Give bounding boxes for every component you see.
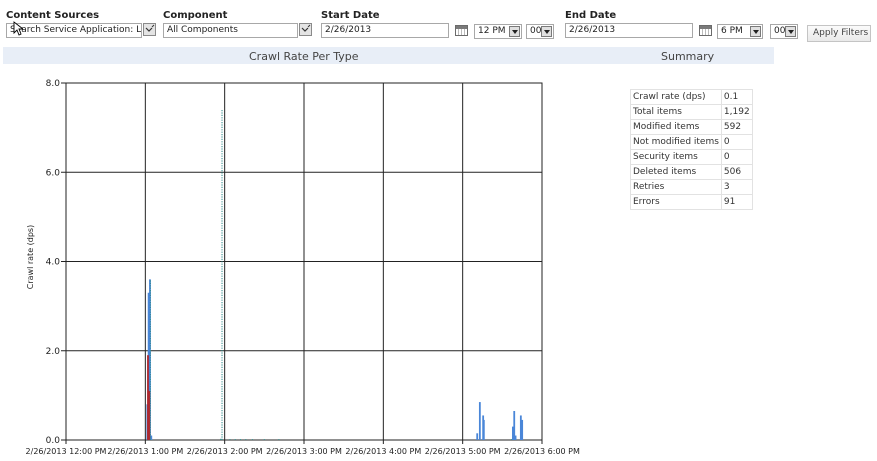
x-tick-labels: 2/26/2013 12:00 PM 2/26/2013 1:00 PM 2/26/… — [26, 447, 580, 456]
chart-title: Crawl Rate Per Type — [249, 50, 359, 63]
y-tick-label: 2.0 — [46, 347, 61, 357]
y-tick-label: 0.0 — [46, 436, 61, 446]
summary-value: 0 — [720, 149, 753, 165]
end-hour-select[interactable]: 6 PM — [717, 24, 763, 39]
content-sources-dropdown-button[interactable] — [143, 23, 156, 36]
summary-row: Modified items 592 — [630, 119, 753, 135]
dropdown-icon — [145, 24, 155, 32]
summary-row: Errors 91 — [630, 194, 753, 210]
summary-value: 0.1 — [720, 89, 753, 105]
summary-label: Security items — [630, 149, 722, 165]
start-calendar-icon[interactable] — [455, 25, 468, 36]
y-tick-label: 4.0 — [46, 258, 61, 268]
summary-row: Crawl rate (dps) 0.1 — [630, 89, 753, 105]
end-hour-value: 6 PM — [721, 26, 743, 36]
x-tick-label: 2/26/2013 6:00 PM — [504, 447, 580, 456]
chart-grid — [61, 82, 543, 444]
end-date-label: End Date — [565, 10, 617, 21]
start-hour-value: 12 PM — [478, 26, 506, 36]
header-band — [3, 47, 774, 64]
summary-label: Crawl rate (dps) — [630, 89, 722, 105]
chevron-down-icon — [509, 26, 520, 37]
chevron-down-icon — [541, 26, 552, 37]
apply-filters-button[interactable]: Apply Filters — [807, 25, 871, 42]
crawl-rate-bar — [482, 419, 485, 440]
summary-label: Total items — [630, 104, 722, 120]
content-sources-field[interactable]: Search Service Application: Local — [6, 23, 142, 38]
x-tick-label: 2/26/2013 1:00 PM — [107, 447, 183, 456]
start-minute-select[interactable]: 00 — [526, 24, 554, 39]
component-field[interactable]: All Components — [163, 23, 298, 38]
y-tick-label: 6.0 — [46, 168, 61, 178]
summary-table: Crawl rate (dps) 0.1 Total items 1,192 Modif… — [630, 89, 753, 210]
summary-row: Retries 3 — [630, 179, 753, 195]
summary-value: 1,192 — [720, 104, 753, 120]
summary-row: Not modified items 0 — [630, 134, 753, 150]
summary-title: Summary — [661, 50, 715, 63]
component-label: Component — [163, 10, 228, 21]
x-tick-label: 2/26/2013 3:00 PM — [266, 447, 342, 456]
start-date-label: Start Date — [321, 10, 380, 21]
dropdown-icon — [301, 24, 311, 32]
summary-row: Deleted items 506 — [630, 164, 753, 180]
chevron-down-icon — [750, 26, 761, 37]
x-tick-label: 2/26/2013 2:00 PM — [187, 447, 263, 456]
summary-value: 3 — [720, 179, 753, 195]
summary-row: Total items 1,192 — [630, 104, 753, 120]
x-tick-label: 2/26/2013 4:00 PM — [345, 447, 421, 456]
crawl-rate-bar — [478, 402, 481, 440]
component-dropdown-button[interactable] — [299, 23, 312, 36]
chevron-down-icon — [785, 26, 796, 37]
crawl-rate-chart: 0.02.04.06.08.0 2/26/2013 12:00 PM 2/26/2… — [26, 79, 580, 456]
summary-value: 0 — [720, 134, 753, 150]
y-tick-labels: 0.0 2.0 4.0 6.0 8.0 — [46, 79, 61, 446]
content-sources-label: Content Sources — [6, 10, 100, 21]
y-tick-label: 8.0 — [46, 79, 61, 89]
start-date-input[interactable]: 2/26/2013 — [321, 23, 449, 38]
x-tick-label: 2/26/2013 5:00 PM — [425, 447, 501, 456]
y-axis-label: Crawl rate (dps) — [26, 225, 35, 289]
end-minute-select[interactable]: 00 — [770, 24, 798, 39]
start-hour-select[interactable]: 12 PM — [474, 24, 522, 39]
crawl-rate-bar — [476, 433, 479, 440]
summary-value: 91 — [720, 194, 753, 210]
summary-label: Retries — [630, 179, 722, 195]
x-tick-label: 2/26/2013 12:00 PM — [26, 447, 107, 456]
summary-label: Errors — [630, 194, 722, 210]
summary-value: 506 — [720, 164, 753, 180]
summary-label: Modified items — [630, 119, 722, 135]
mouse-cursor-icon — [13, 21, 23, 36]
start-minute-value: 00 — [530, 26, 542, 36]
crawl-rate-bar — [521, 419, 524, 440]
summary-row: Security items 0 — [630, 149, 753, 165]
summary-value: 592 — [720, 119, 753, 135]
crawl-rate-bar — [514, 435, 517, 440]
end-calendar-icon[interactable] — [699, 25, 712, 36]
end-date-input[interactable]: 2/26/2013 — [565, 23, 693, 38]
summary-label: Not modified items — [630, 134, 722, 150]
end-minute-value: 00 — [774, 26, 786, 36]
summary-label: Deleted items — [630, 164, 722, 180]
